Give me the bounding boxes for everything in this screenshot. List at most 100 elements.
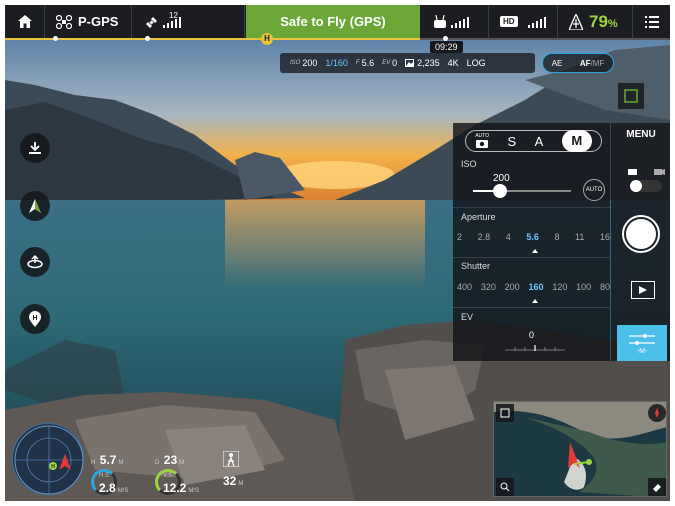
aperture-option[interactable]: 11 bbox=[575, 232, 584, 242]
mode-auto[interactable]: AUTO bbox=[475, 133, 489, 150]
altitude-readout: 32 M bbox=[222, 450, 243, 490]
map-zoom-button[interactable] bbox=[496, 478, 514, 496]
shutter-button[interactable] bbox=[622, 215, 660, 253]
flight-mode-indicator[interactable]: P-GPS bbox=[46, 5, 132, 38]
aperture-option[interactable]: 4 bbox=[506, 232, 511, 242]
altitude-value: 32 bbox=[223, 474, 237, 488]
shutter-option[interactable]: 120 bbox=[552, 282, 567, 292]
app-frame: P-GPS 12 Safe to Fly (GPS) HD 79% H 09:2… bbox=[5, 5, 670, 501]
aperture-option[interactable]: 8 bbox=[554, 232, 559, 242]
mode-m[interactable]: M bbox=[561, 130, 592, 152]
video-signal-bars bbox=[527, 16, 546, 28]
height-key: H bbox=[91, 460, 96, 466]
photo-video-toggle[interactable] bbox=[626, 168, 666, 194]
return-home-button[interactable]: H bbox=[20, 304, 50, 334]
map-clear-button[interactable] bbox=[648, 478, 666, 496]
expand-icon bbox=[500, 408, 510, 418]
gps-signal-indicator[interactable]: 12 bbox=[133, 5, 245, 38]
map-compass-button[interactable] bbox=[648, 404, 666, 422]
focus-frame-icon bbox=[624, 89, 638, 103]
vertical-speed-key: V.S bbox=[163, 473, 173, 479]
iso-key: ISO bbox=[290, 60, 301, 66]
ev-label: EV bbox=[461, 312, 474, 322]
iso-slider[interactable] bbox=[473, 184, 571, 198]
battery-icon bbox=[569, 13, 583, 30]
shutter-option[interactable]: 400 bbox=[457, 282, 472, 292]
shutter-option[interactable]: 320 bbox=[481, 282, 496, 292]
battery-percent: 79% bbox=[589, 12, 618, 32]
main-menu-button[interactable] bbox=[634, 5, 670, 38]
aperture-option[interactable]: 2.8 bbox=[478, 232, 491, 242]
iso-auto-button[interactable]: AUTO bbox=[583, 179, 605, 201]
iso-slider-value: 200 bbox=[493, 173, 510, 184]
vertical-speed-readout: V.S 12.2 M/S bbox=[163, 473, 199, 497]
compass-icon: H bbox=[14, 425, 84, 495]
battery-indicator[interactable]: 79% bbox=[559, 5, 633, 38]
navigation-icon bbox=[29, 199, 41, 213]
flight-status-banner[interactable]: Safe to Fly (GPS) bbox=[246, 5, 420, 38]
vertical-speed-unit: M/S bbox=[188, 488, 200, 494]
takeoff-icon bbox=[29, 142, 41, 154]
shutter-option[interactable]: 200 bbox=[505, 282, 520, 292]
distance-unit: M bbox=[179, 460, 185, 466]
flight-mode-label: P-GPS bbox=[78, 14, 119, 29]
aperture-option[interactable]: 5.6 bbox=[526, 232, 539, 242]
map-expand-button[interactable] bbox=[496, 404, 514, 422]
panel-divider bbox=[453, 207, 610, 208]
ae-af-toggle[interactable]: AE AF/MF bbox=[542, 53, 614, 73]
ev-slider-value: 0 bbox=[529, 330, 535, 340]
focus-frame-button[interactable] bbox=[618, 83, 644, 109]
horizontal-speed-unit: M/S bbox=[117, 488, 129, 494]
iso-value: 200 bbox=[302, 58, 318, 68]
attitude-radar[interactable]: H bbox=[12, 423, 84, 495]
home-icon bbox=[17, 15, 32, 28]
color-profile-value: LOG bbox=[466, 58, 486, 68]
camera-icon bbox=[476, 139, 489, 148]
takeoff-button[interactable] bbox=[20, 133, 50, 163]
eraser-icon bbox=[653, 484, 661, 492]
aperture-option[interactable]: 2 bbox=[457, 232, 462, 242]
panel-divider bbox=[453, 257, 610, 258]
exposure-settings-button[interactable]: -M- bbox=[617, 325, 667, 361]
intelligent-flight-button[interactable] bbox=[20, 191, 50, 221]
drone-icon bbox=[56, 14, 72, 29]
shutter-scale[interactable]: 400 320 200 160 120 100 80 bbox=[457, 282, 610, 292]
svg-text:H: H bbox=[51, 464, 55, 470]
satellite-icon bbox=[146, 16, 157, 28]
ev-value: 0 bbox=[392, 58, 398, 68]
aperture-scale[interactable]: 2 2.8 4 5.6 8 11 16 bbox=[457, 232, 610, 242]
mode-a[interactable]: A bbox=[535, 134, 544, 149]
top-status-bar: P-GPS 12 Safe to Fly (GPS) HD 79% bbox=[5, 5, 670, 40]
battery-time-bar bbox=[5, 36, 670, 41]
mini-map[interactable] bbox=[493, 401, 667, 497]
vertical-speed-value: 12.2 bbox=[163, 481, 187, 495]
remote-signal-indicator[interactable] bbox=[421, 5, 489, 38]
shutter-option[interactable]: 100 bbox=[576, 282, 591, 292]
video-signal-indicator[interactable]: HD bbox=[490, 5, 558, 38]
svg-text:H: H bbox=[32, 315, 37, 322]
camera-menu-button[interactable]: MENU bbox=[613, 129, 669, 140]
zoom-icon bbox=[500, 482, 510, 492]
mode-s[interactable]: S bbox=[507, 134, 516, 149]
battery-percent-value: 79 bbox=[589, 11, 608, 31]
aperture-key: F bbox=[355, 60, 360, 66]
ev-ruler[interactable] bbox=[505, 345, 565, 351]
battery-marker bbox=[145, 36, 150, 41]
distance-readout: D 23 M bbox=[155, 451, 184, 469]
panel-divider bbox=[453, 307, 610, 308]
flight-status-text: Safe to Fly (GPS) bbox=[280, 14, 386, 29]
exposure-mode-selector[interactable]: AUTO S A M bbox=[465, 130, 602, 152]
distance-value: 23 bbox=[163, 453, 178, 467]
ae-lock-label: AE bbox=[551, 58, 563, 68]
orbit-button[interactable] bbox=[20, 247, 50, 277]
iso-slider-knob[interactable] bbox=[493, 184, 508, 198]
camera-settings-bar[interactable]: ISO 200 1/160 F 5.6 EV 0 2,235 4K LOG bbox=[280, 53, 535, 73]
horizontal-speed-key: H.S bbox=[99, 473, 110, 479]
home-button[interactable] bbox=[5, 5, 45, 38]
shutter-option[interactable]: 80 bbox=[600, 282, 610, 292]
aperture-option[interactable]: 16 bbox=[600, 232, 610, 242]
shutter-value: 1/160 bbox=[325, 58, 348, 68]
shutter-option[interactable]: 160 bbox=[528, 282, 543, 292]
playback-button[interactable] bbox=[631, 281, 655, 299]
remote-controller-icon bbox=[434, 14, 446, 28]
